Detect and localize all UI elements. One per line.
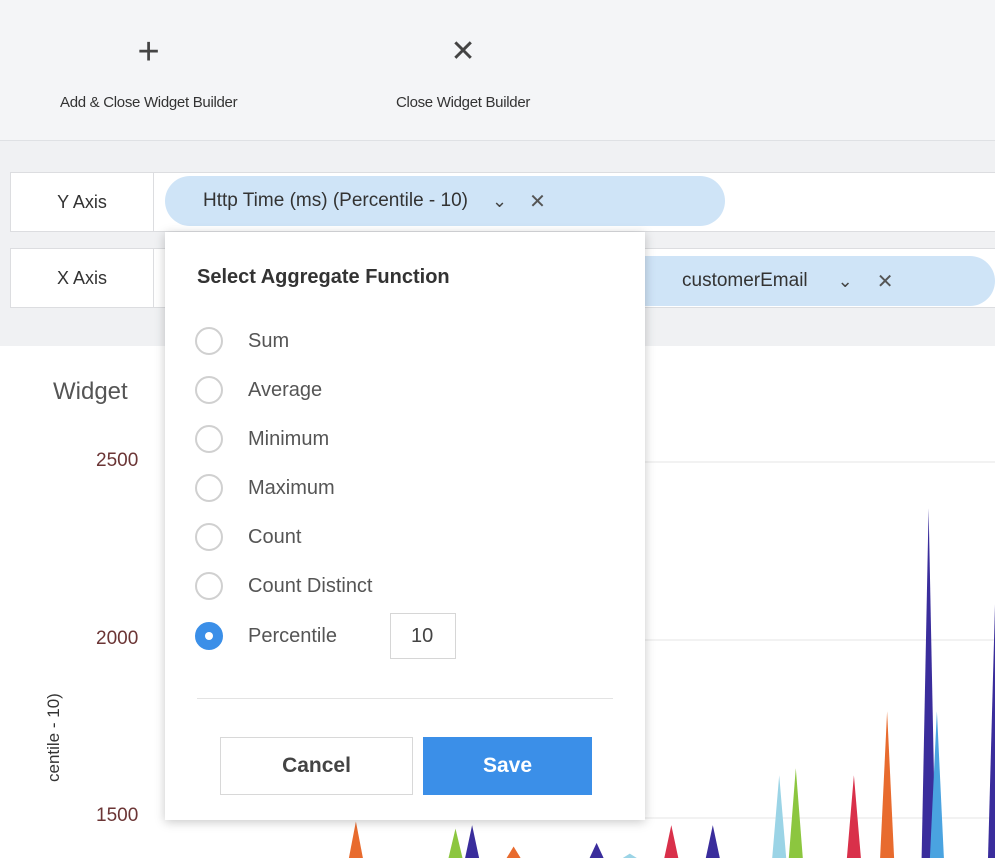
chart-spike-series-3 [622, 853, 637, 858]
aggregate-function-popup: Select Aggregate Function Sum Average Mi… [165, 232, 645, 820]
option-label: Minimum [248, 427, 330, 450]
chart-spike-series-0 [988, 604, 995, 858]
chart-spike-series-0 [705, 825, 720, 858]
widget-title: Widget [53, 378, 128, 405]
chart-spike-series-1 [880, 711, 895, 858]
option-label: Percentile [248, 624, 337, 647]
option-count[interactable]: Count [195, 521, 301, 553]
chart-spike-series-2 [846, 775, 861, 858]
cancel-button[interactable]: Cancel [220, 737, 413, 795]
radio-button[interactable] [195, 376, 223, 404]
chart-spike-series-3 [772, 775, 787, 858]
option-count-distinct[interactable]: Count Distinct [195, 570, 373, 602]
radio-button[interactable] [195, 425, 223, 453]
option-minimum[interactable]: Minimum [195, 423, 329, 455]
option-maximum[interactable]: Maximum [195, 472, 335, 504]
radio-button[interactable] [195, 474, 223, 502]
percentile-value-input[interactable] [390, 613, 456, 659]
y-tick-label: 2500 [96, 450, 139, 471]
option-label: Count [248, 525, 302, 548]
chart-spike-series-0 [589, 842, 604, 858]
option-percentile[interactable]: Percentile [195, 620, 337, 652]
option-label: Sum [248, 329, 290, 352]
radio-button[interactable] [195, 523, 223, 551]
y-axis-title: centile - 10) [44, 693, 63, 782]
radio-button[interactable] [195, 572, 223, 600]
chart-spike-series-5 [788, 768, 803, 858]
divider [197, 698, 613, 699]
chart-spike-series-2 [664, 825, 679, 858]
option-label: Count Distinct [248, 574, 373, 597]
option-sum[interactable]: Sum [195, 325, 289, 357]
y-tick-label: 2000 [96, 628, 139, 649]
save-button[interactable]: Save [423, 737, 592, 795]
chart-spike-series-0 [465, 825, 480, 858]
chart-spike-series-1 [348, 821, 363, 858]
chart-spike-series-1 [506, 846, 521, 858]
option-label: Average [248, 378, 323, 401]
chart-spike-series-5 [448, 828, 463, 858]
option-label: Maximum [248, 476, 335, 499]
option-average[interactable]: Average [195, 374, 322, 406]
radio-button[interactable] [195, 327, 223, 355]
y-tick-label: 1500 [96, 805, 139, 826]
radio-button-selected[interactable] [195, 622, 223, 650]
popup-title: Select Aggregate Function [197, 266, 450, 288]
